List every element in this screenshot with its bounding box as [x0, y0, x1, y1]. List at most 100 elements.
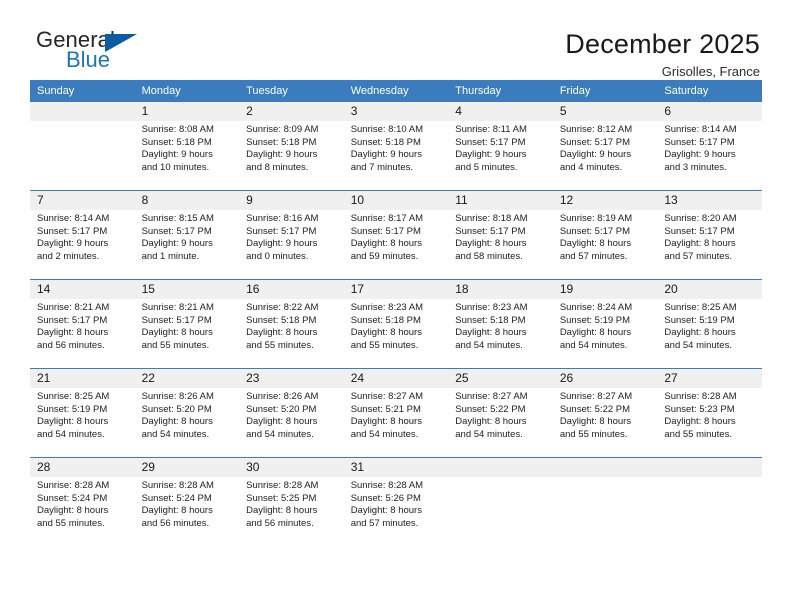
calendar-day-cell[interactable]: 29 Sunrise: 8:28 AM Sunset: 5:24 PM Dayligh… [134, 457, 240, 546]
calendar-day-cell[interactable]: 30 Sunrise: 8:28 AM Sunset: 5:25 PM Dayligh… [239, 457, 344, 546]
calendar-day-cell[interactable]: 4 Sunrise: 8:11 AM Sunset: 5:17 PM Daylight… [448, 102, 553, 191]
calendar-day-cell[interactable]: 1 Sunrise: 8:08 AM Sunset: 5:18 PM Daylight… [134, 102, 240, 191]
sunrise-text: Sunrise: 8:17 AM [350, 213, 424, 224]
calendar-day-cell[interactable]: 5 Sunrise: 8:12 AM Sunset: 5:17 PM Daylight… [552, 102, 658, 191]
weekday-header-row: Sunday Monday Tuesday Wednesday Thursday… [30, 80, 762, 102]
calendar-day-cell[interactable]: 10 Sunrise: 8:17 AM Sunset: 5:17 PM Dayligh… [343, 190, 449, 280]
day-number: 8 [134, 191, 240, 210]
day-details: Sunrise: 8:25 AM Sunset: 5:19 PM Daylight:… [30, 388, 135, 441]
weekday-header-friday: Friday [552, 80, 658, 102]
general-blue-logo[interactable]: General Blue [30, 28, 196, 76]
calendar-day-cell[interactable]: 20 Sunrise: 8:25 AM Sunset: 5:19 PM Dayligh… [657, 279, 762, 369]
calendar-day-cell[interactable]: 16 Sunrise: 8:22 AM Sunset: 5:18 PM Dayligh… [239, 279, 344, 369]
sunset-text: Sunset: 5:18 PM [246, 314, 317, 326]
sunset-text: Sunset: 5:18 PM [350, 314, 421, 326]
daylight-text-line1: Daylight: 9 hours [37, 238, 109, 250]
logo-text-blue: Blue [66, 47, 111, 72]
weekday-header-thursday: Thursday [448, 80, 553, 102]
day-details: Sunrise: 8:26 AM Sunset: 5:20 PM Daylight:… [135, 388, 240, 441]
sunset-text: Sunset: 5:18 PM [455, 314, 526, 326]
sunset-text: Sunset: 5:17 PM [455, 136, 526, 148]
calendar-day-cell[interactable]: 9 Sunrise: 8:16 AM Sunset: 5:17 PM Daylight… [239, 190, 344, 280]
day-details [553, 477, 658, 480]
sunrise-text: Sunrise: 8:09 AM [246, 124, 319, 135]
daylight-text-line1: Daylight: 8 hours [455, 327, 527, 339]
day-number: 23 [239, 369, 344, 388]
calendar-day-cell[interactable]: 3 Sunrise: 8:10 AM Sunset: 5:18 PM Daylight… [343, 102, 449, 191]
daylight-text-line2: and 54 minutes. [37, 428, 105, 440]
daylight-text-line1: Daylight: 9 hours [664, 149, 736, 161]
day-details: Sunrise: 8:25 AM Sunset: 5:19 PM Daylight:… [657, 299, 762, 352]
day-number: 1 [134, 102, 240, 121]
calendar-day-cell[interactable]: 6 Sunrise: 8:14 AM Sunset: 5:17 PM Daylight… [657, 102, 762, 191]
daylight-text-line2: and 59 minutes. [350, 250, 419, 262]
calendar-body: 1 Sunrise: 8:08 AM Sunset: 5:18 PM Daylight… [30, 102, 762, 546]
calendar-day-cell[interactable]: 2 Sunrise: 8:09 AM Sunset: 5:18 PM Daylight… [239, 102, 344, 191]
sunrise-text: Sunrise: 8:23 AM [350, 302, 424, 313]
calendar-day-cell[interactable]: 11 Sunrise: 8:18 AM Sunset: 5:17 PM Dayligh… [448, 190, 553, 280]
calendar-day-cell[interactable]: 19 Sunrise: 8:24 AM Sunset: 5:19 PM Dayligh… [552, 279, 658, 369]
calendar-day-cell[interactable]: 25 Sunrise: 8:27 AM Sunset: 5:22 PM Dayligh… [448, 368, 553, 458]
daylight-text-line2: and 56 minutes. [246, 517, 314, 529]
sunset-text: Sunset: 5:24 PM [141, 492, 212, 504]
sunrise-text: Sunrise: 8:26 AM [246, 391, 319, 402]
sunrise-text: Sunrise: 8:25 AM [664, 302, 737, 313]
daylight-text-line1: Daylight: 8 hours [141, 505, 213, 517]
day-cell-inner [552, 458, 658, 546]
calendar-day-cell [552, 457, 658, 546]
calendar-day-cell[interactable]: 31 Sunrise: 8:28 AM Sunset: 5:26 PM Dayligh… [343, 457, 449, 546]
calendar-day-cell[interactable]: 22 Sunrise: 8:26 AM Sunset: 5:20 PM Dayligh… [134, 368, 240, 458]
calendar-page: General Blue December 2025 Grisolles, Fr… [0, 0, 792, 612]
calendar-day-cell[interactable]: 15 Sunrise: 8:21 AM Sunset: 5:17 PM Dayligh… [134, 279, 240, 369]
day-number: 6 [657, 102, 762, 121]
daylight-text-line1: Daylight: 8 hours [141, 327, 213, 339]
day-details: Sunrise: 8:09 AM Sunset: 5:18 PM Daylight:… [239, 121, 344, 174]
day-number: 26 [552, 369, 658, 388]
day-details: Sunrise: 8:23 AM Sunset: 5:18 PM Daylight:… [448, 299, 553, 352]
day-cell-inner [448, 458, 553, 546]
calendar-day-cell[interactable]: 13 Sunrise: 8:20 AM Sunset: 5:17 PM Dayligh… [657, 190, 762, 280]
sunrise-text: Sunrise: 8:21 AM [37, 302, 110, 313]
sunrise-text: Sunrise: 8:15 AM [141, 213, 214, 224]
day-cell-inner: 23 Sunrise: 8:26 AM Sunset: 5:20 PM Dayligh… [239, 369, 344, 457]
sunrise-text: Sunrise: 8:21 AM [141, 302, 214, 313]
day-cell-inner: 29 Sunrise: 8:28 AM Sunset: 5:24 PM Dayligh… [134, 458, 240, 546]
day-number: 12 [552, 191, 658, 210]
sunset-text: Sunset: 5:19 PM [664, 314, 735, 326]
daylight-text-line1: Daylight: 8 hours [350, 238, 422, 250]
daylight-text-line2: and 5 minutes. [455, 161, 518, 173]
day-details [30, 121, 135, 124]
day-details: Sunrise: 8:23 AM Sunset: 5:18 PM Daylight:… [344, 299, 449, 352]
day-cell-inner: 3 Sunrise: 8:10 AM Sunset: 5:18 PM Daylight… [343, 102, 449, 190]
daylight-text-line1: Daylight: 8 hours [455, 238, 527, 250]
daylight-text-line2: and 55 minutes. [246, 339, 314, 351]
calendar-day-cell[interactable]: 14 Sunrise: 8:21 AM Sunset: 5:17 PM Dayligh… [30, 279, 135, 369]
day-cell-inner: 4 Sunrise: 8:11 AM Sunset: 5:17 PM Daylight… [448, 102, 553, 190]
calendar-day-cell[interactable]: 26 Sunrise: 8:27 AM Sunset: 5:22 PM Dayligh… [552, 368, 658, 458]
day-cell-inner: 12 Sunrise: 8:19 AM Sunset: 5:17 PM Dayligh… [552, 191, 658, 279]
calendar-day-cell[interactable]: 7 Sunrise: 8:14 AM Sunset: 5:17 PM Daylight… [30, 190, 135, 280]
daylight-text-line1: Daylight: 8 hours [559, 238, 632, 250]
daylight-text-line1: Daylight: 8 hours [246, 416, 318, 428]
day-number: 7 [30, 191, 135, 210]
daylight-text-line1: Daylight: 8 hours [455, 416, 527, 428]
calendar-day-cell[interactable]: 24 Sunrise: 8:27 AM Sunset: 5:21 PM Dayligh… [343, 368, 449, 458]
calendar-day-cell[interactable]: 18 Sunrise: 8:23 AM Sunset: 5:18 PM Dayligh… [448, 279, 553, 369]
calendar-day-cell[interactable]: 12 Sunrise: 8:19 AM Sunset: 5:17 PM Dayligh… [552, 190, 658, 280]
sunrise-text: Sunrise: 8:19 AM [559, 213, 633, 224]
calendar-day-cell[interactable]: 27 Sunrise: 8:28 AM Sunset: 5:23 PM Dayligh… [657, 368, 762, 458]
day-cell-inner: 28 Sunrise: 8:28 AM Sunset: 5:24 PM Dayligh… [30, 458, 135, 546]
calendar-day-cell[interactable]: 28 Sunrise: 8:28 AM Sunset: 5:24 PM Dayligh… [30, 457, 135, 546]
daylight-text-line1: Daylight: 8 hours [37, 505, 109, 517]
calendar-day-cell[interactable]: 23 Sunrise: 8:26 AM Sunset: 5:20 PM Dayligh… [239, 368, 344, 458]
day-cell-inner: 27 Sunrise: 8:28 AM Sunset: 5:23 PM Dayligh… [657, 369, 762, 457]
calendar-day-cell[interactable]: 21 Sunrise: 8:25 AM Sunset: 5:19 PM Dayligh… [30, 368, 135, 458]
day-cell-inner: 20 Sunrise: 8:25 AM Sunset: 5:19 PM Dayligh… [657, 280, 762, 368]
day-number: 25 [448, 369, 553, 388]
day-details: Sunrise: 8:27 AM Sunset: 5:21 PM Daylight:… [344, 388, 449, 441]
daylight-text-line2: and 58 minutes. [455, 250, 523, 262]
calendar-day-cell[interactable]: 8 Sunrise: 8:15 AM Sunset: 5:17 PM Daylight… [134, 190, 240, 280]
daylight-text-line2: and 54 minutes. [246, 428, 314, 440]
calendar-day-cell[interactable]: 17 Sunrise: 8:23 AM Sunset: 5:18 PM Dayligh… [343, 279, 449, 369]
daylight-text-line2: and 54 minutes. [559, 339, 628, 351]
